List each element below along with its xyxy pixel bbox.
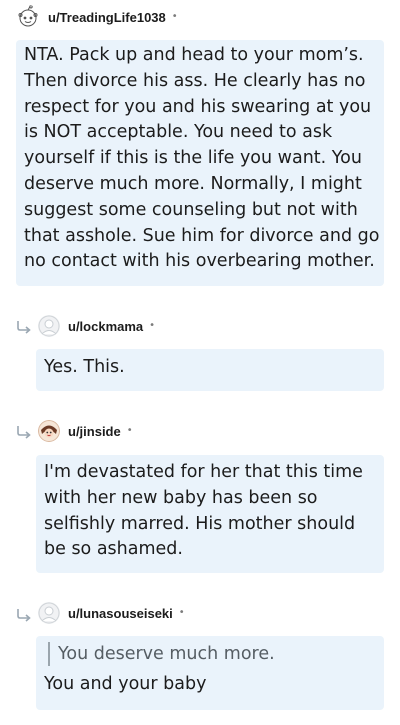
separator-dot: • [126, 425, 133, 436]
comment-username[interactable]: u/jinside [68, 424, 121, 439]
default-avatar-icon[interactable] [38, 602, 60, 624]
reply-arrow-icon [17, 321, 31, 334]
separator-dot: • [178, 607, 185, 618]
comment-username[interactable]: u/TreadingLife1038 [48, 10, 166, 25]
comment-body: You and your baby [44, 674, 207, 694]
separator-dot: • [171, 11, 178, 22]
comment-treadinglife1038: u/TreadingLife1038 • NTA. Pack up and he… [0, 0, 400, 290]
reply-arrow-icon [17, 426, 31, 439]
cartoon-avatar-icon[interactable] [38, 420, 60, 442]
default-avatar-icon[interactable] [38, 315, 60, 337]
comment-username[interactable]: u/lunasouseiseki [68, 606, 173, 621]
comment-body-container: You deserve much more. You and your baby [36, 636, 384, 710]
comment-jinside: u/jinside • I'm devastated for her that … [0, 405, 400, 575]
comment-lockmama: u/lockmama • Yes. This. [0, 300, 400, 395]
reply-arrow-icon [17, 609, 31, 622]
snoo-avatar-icon[interactable] [16, 5, 40, 29]
comment-body: I'm devastated for her that this time wi… [36, 455, 384, 573]
comment-body: Yes. This. [36, 349, 384, 391]
comment-body: NTA. Pack up and head to your mom’s. The… [16, 40, 384, 286]
comment-quote: You deserve much more. [48, 642, 376, 666]
comment-username[interactable]: u/lockmama [68, 319, 143, 334]
comment-lunasouseiseki: u/lunasouseiseki • You deserve much more… [0, 590, 400, 725]
separator-dot: • [149, 320, 156, 331]
